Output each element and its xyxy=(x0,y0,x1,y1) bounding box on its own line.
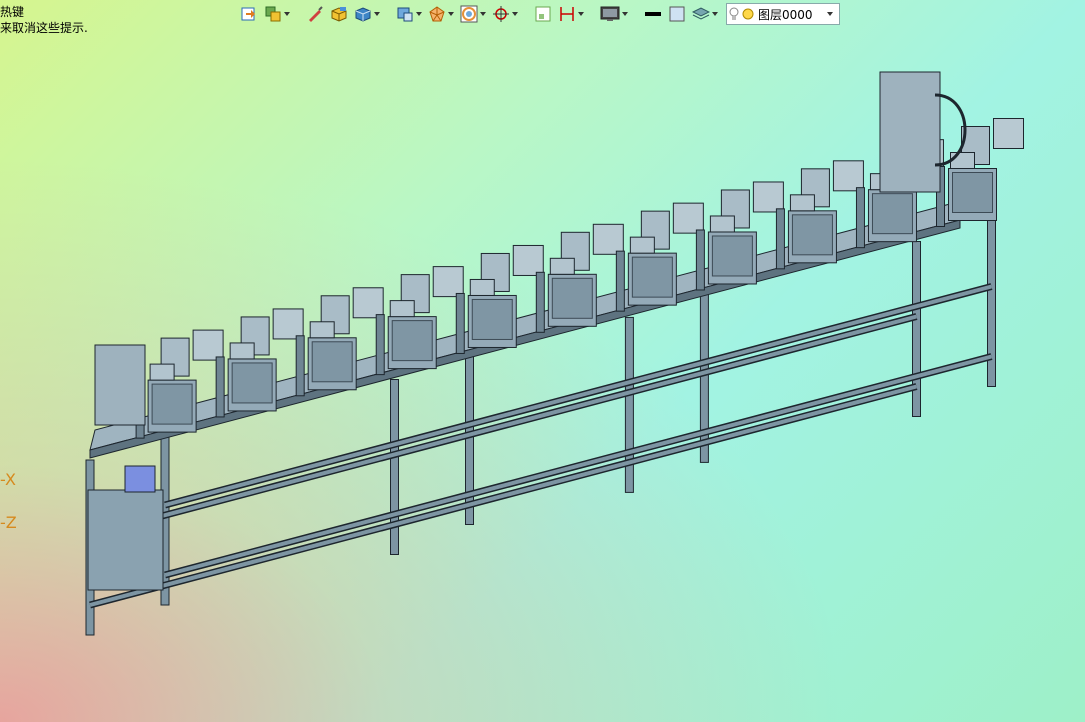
fixture-label-box xyxy=(149,363,175,381)
fixture-screen-inner xyxy=(952,172,993,213)
fixture-label-box xyxy=(629,236,655,254)
fixture-side-rail xyxy=(615,250,625,312)
fixture-screen-inner xyxy=(231,362,273,404)
fixture-screen-inner xyxy=(391,320,433,362)
fixture-label-box xyxy=(709,215,735,233)
control-cabinet xyxy=(87,489,164,591)
fixture-tester-box xyxy=(832,160,864,192)
fixture-label-box xyxy=(229,342,255,360)
fixture-label-box xyxy=(389,300,415,318)
fixture-side-rail xyxy=(215,356,225,418)
fixture-label-box xyxy=(309,321,335,339)
fixture-label-box xyxy=(549,257,575,275)
cabinet-panel xyxy=(124,465,156,493)
fixture-side-rail xyxy=(455,292,465,354)
fixture-side-rail xyxy=(295,335,305,397)
fixture-tester-box xyxy=(192,329,224,361)
fixture-screen-inner xyxy=(871,193,913,235)
fixture-screen-inner xyxy=(791,214,833,256)
fixture-side-rail xyxy=(775,208,785,270)
fixture-label-box xyxy=(950,152,975,169)
fixture-tester-box xyxy=(352,287,384,319)
fixture-label-box xyxy=(789,194,815,212)
start-fixture xyxy=(94,344,146,426)
fixture-screen-inner xyxy=(551,277,593,319)
fixture-side-rail xyxy=(535,271,545,333)
cad-model-assembly[interactable] xyxy=(0,0,1085,722)
end-turntable xyxy=(879,71,941,193)
fixture-label-box xyxy=(469,278,495,296)
fixture-screen-inner xyxy=(151,383,193,425)
fixture-side-rail xyxy=(695,229,705,291)
fixture-tester-box xyxy=(672,202,704,234)
fixture-screen-inner xyxy=(711,235,753,277)
fixture-tester-box xyxy=(752,181,784,213)
fixture-screen-inner xyxy=(471,298,513,340)
fixture-side-rail xyxy=(855,187,865,249)
fixture-side-rail xyxy=(375,314,385,376)
fixture-tester-box xyxy=(432,266,464,298)
fixture-tester-box xyxy=(592,223,624,255)
fixture-tester-box xyxy=(512,244,544,276)
fixture-tester-box xyxy=(272,308,304,340)
fixture-screen-inner xyxy=(311,341,353,383)
fixture-tester-box xyxy=(993,118,1024,149)
fixture-screen-inner xyxy=(631,256,673,298)
